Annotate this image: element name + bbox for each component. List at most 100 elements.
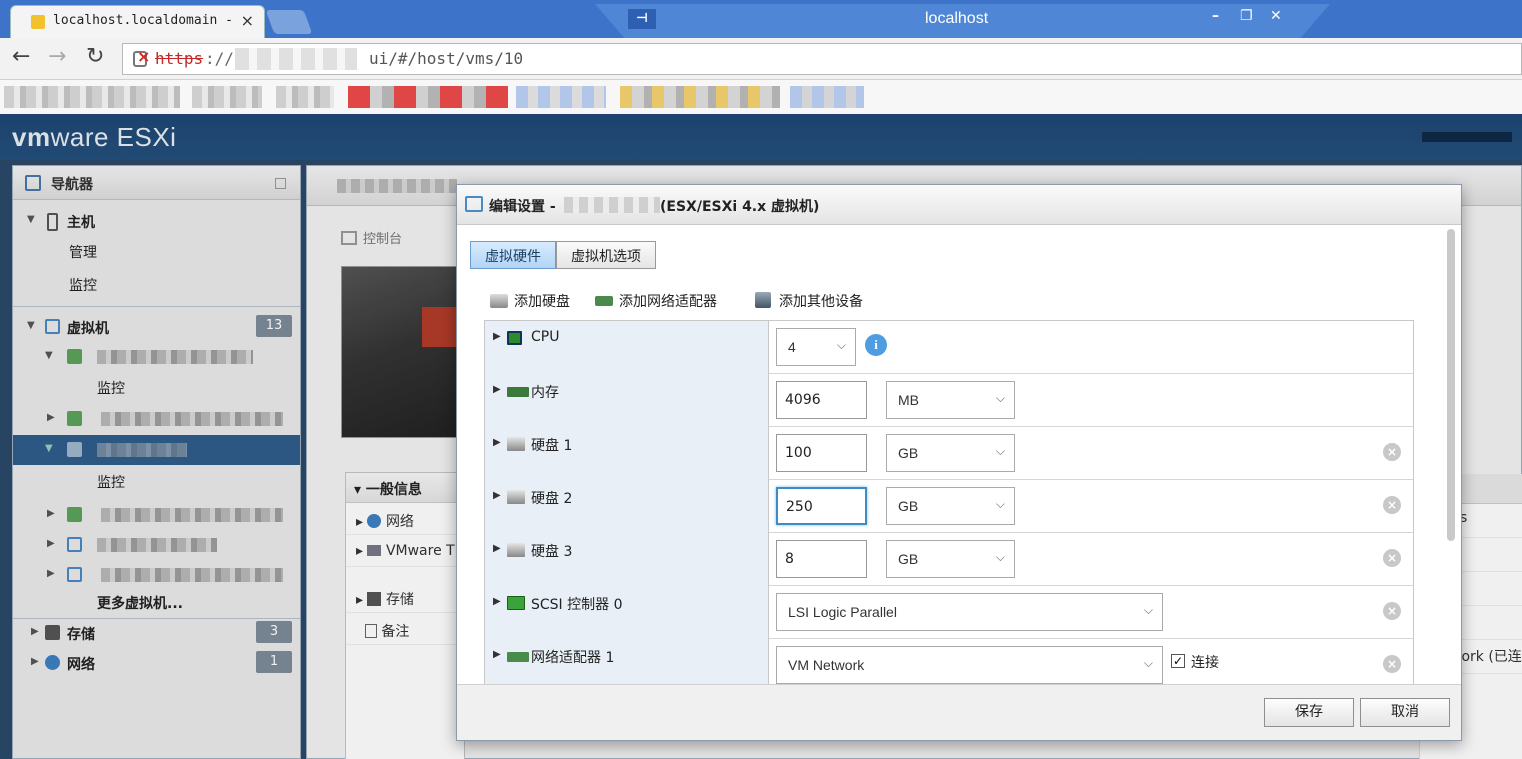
hw-label-cell[interactable]: ▶ 内存	[485, 374, 769, 427]
memory-unit-select[interactable]: MB ⌵	[886, 381, 1015, 419]
bookmark-item[interactable]	[620, 86, 780, 108]
chevron-down-icon: ⌵	[1143, 603, 1153, 617]
network-card-icon	[595, 296, 613, 306]
dialog-scrollbar[interactable]	[1447, 229, 1455, 541]
network-select[interactable]: VM Network ⌵	[776, 646, 1163, 684]
remove-device-icon[interactable]: ×	[1383, 655, 1401, 673]
hard-disk-icon	[507, 437, 525, 451]
tab-title: localhost.localdomain -	[53, 13, 234, 28]
hw-row-memory: ▶ 内存 4096 MB ⌵	[485, 374, 1413, 427]
memory-icon	[507, 387, 529, 397]
reload-icon[interactable]: ↻	[86, 46, 104, 68]
expand-icon[interactable]: ▶	[493, 490, 501, 501]
hw-label: CPU	[531, 329, 560, 345]
hw-row-hard-disk-1: ▶ 硬盘 1 100 GB ⌵ ×	[485, 427, 1413, 480]
remove-device-icon[interactable]: ×	[1383, 443, 1401, 461]
scsi-type-select[interactable]: LSI Logic Parallel ⌵	[776, 593, 1163, 631]
remove-device-icon[interactable]: ×	[1383, 496, 1401, 514]
dialog-title-prefix: 编辑设置 -	[489, 199, 556, 215]
new-tab-button[interactable]	[265, 10, 313, 34]
vm-icon	[465, 196, 483, 212]
remove-device-icon[interactable]: ×	[1383, 549, 1401, 567]
expand-icon[interactable]: ▶	[493, 384, 501, 395]
expand-icon[interactable]: ▶	[493, 331, 501, 342]
restore-icon[interactable]: ❐	[1240, 8, 1253, 24]
browser-navbar: ← → ↻ × https :// ui/#/host/vms/10	[0, 38, 1522, 80]
edit-settings-dialog: 编辑设置 - (ESX/ESXi 4.x 虚拟机) 虚拟硬件 虚拟机选项 添加硬…	[456, 184, 1462, 741]
connect-label: 连接	[1191, 655, 1219, 671]
cancel-button[interactable]: 取消	[1360, 698, 1450, 727]
bookmark-item[interactable]	[348, 86, 508, 108]
hw-label-cell[interactable]: ▶ 硬盘 3	[485, 533, 769, 586]
redacted-host	[235, 48, 357, 70]
bookmark-item[interactable]	[790, 86, 864, 108]
chevron-down-icon: ⌵	[995, 391, 1005, 405]
bookmark-item[interactable]	[4, 86, 180, 108]
hw-label: 网络适配器 1	[531, 650, 615, 666]
hw-label: 内存	[531, 385, 559, 401]
chevron-down-icon: ⌵	[1143, 656, 1153, 670]
expand-icon[interactable]: ▶	[493, 649, 501, 660]
disk-3-unit-select[interactable]: GB ⌵	[886, 540, 1015, 578]
url-protocol: https	[155, 49, 204, 68]
hw-label-cell[interactable]: ▶ 硬盘 2	[485, 480, 769, 533]
save-button[interactable]: 保存	[1264, 698, 1354, 727]
disk-1-unit-select[interactable]: GB ⌵	[886, 434, 1015, 472]
chevron-down-icon: ⌵	[995, 497, 1005, 511]
hw-label: 硬盘 1	[531, 438, 573, 454]
hw-label: SCSI 控制器 0	[531, 597, 623, 613]
browser-tab[interactable]: localhost.localdomain - ×	[10, 5, 265, 38]
hw-row-cpu: ▶ CPU 4 ⌵ i	[485, 321, 1413, 374]
cpu-count-select[interactable]: 4 ⌵	[776, 328, 856, 366]
info-icon[interactable]: i	[865, 334, 887, 356]
redacted-vm-name	[564, 197, 660, 213]
memory-size-input[interactable]: 4096	[776, 381, 867, 419]
address-bar[interactable]: × https :// ui/#/host/vms/10	[122, 43, 1522, 75]
back-icon[interactable]: ←	[12, 46, 30, 68]
tab-virtual-hardware[interactable]: 虚拟硬件	[470, 241, 556, 269]
bookmark-item[interactable]	[192, 86, 262, 108]
hard-disk-icon	[490, 294, 508, 308]
dialog-tabs: 虚拟硬件 虚拟机选项	[470, 241, 656, 271]
hw-label-cell[interactable]: ▶ 硬盘 1	[485, 427, 769, 480]
expand-icon[interactable]: ▶	[493, 437, 501, 448]
disk-3-size-input[interactable]: 8	[776, 540, 867, 578]
hw-row-network-adapter-1: ▶ 网络适配器 1 VM Network ⌵ ✓ 连接 ×	[485, 639, 1413, 685]
pin-icon[interactable]: ⊣	[628, 9, 656, 29]
bookmark-item[interactable]	[516, 86, 606, 108]
remove-device-icon[interactable]: ×	[1383, 602, 1401, 620]
hw-label-cell[interactable]: ▶ 网络适配器 1	[485, 639, 769, 685]
expand-icon[interactable]: ▶	[493, 596, 501, 607]
minimize-icon[interactable]: –	[1212, 8, 1219, 24]
scsi-controller-icon	[507, 596, 525, 610]
hw-row-hard-disk-2: ▶ 硬盘 2 250 GB ⌵ ×	[485, 480, 1413, 533]
tab-close-icon[interactable]: ×	[241, 11, 254, 30]
chevron-down-icon: ⌵	[995, 550, 1005, 564]
hw-label: 硬盘 3	[531, 544, 573, 560]
close-icon[interactable]: ✕	[1270, 8, 1282, 24]
bookmark-item[interactable]	[276, 86, 334, 108]
device-icon	[755, 292, 771, 308]
disk-2-unit-select[interactable]: GB ⌵	[886, 487, 1015, 525]
disk-1-size-input[interactable]: 100	[776, 434, 867, 472]
url-separator: ://	[205, 49, 234, 68]
expand-icon[interactable]: ▶	[493, 543, 501, 554]
hard-disk-icon	[507, 543, 525, 557]
browser-titlebar: localhost.localdomain - × ⊣ localhost – …	[0, 0, 1522, 38]
hw-label-cell[interactable]: ▶ CPU	[485, 321, 769, 374]
disk-2-size-input[interactable]: 250	[776, 487, 867, 525]
network-card-icon	[507, 652, 529, 662]
hw-label-cell[interactable]: ▶ SCSI 控制器 0	[485, 586, 769, 639]
chevron-down-icon: ⌵	[836, 338, 846, 352]
connect-checkbox[interactable]: ✓	[1171, 654, 1185, 668]
cpu-icon	[507, 331, 522, 345]
hw-label: 硬盘 2	[531, 491, 573, 507]
hard-disk-icon	[507, 490, 525, 504]
chevron-down-icon: ⌵	[995, 444, 1005, 458]
tab-vm-options[interactable]: 虚拟机选项	[556, 241, 656, 269]
remote-title: localhost	[925, 10, 989, 27]
forward-icon[interactable]: →	[48, 46, 66, 68]
bookmarks-bar	[0, 80, 1522, 114]
dialog-header: 编辑设置 - (ESX/ESXi 4.x 虚拟机)	[457, 185, 1461, 225]
dialog-title-suffix: (ESX/ESXi 4.x 虚拟机)	[660, 199, 820, 215]
